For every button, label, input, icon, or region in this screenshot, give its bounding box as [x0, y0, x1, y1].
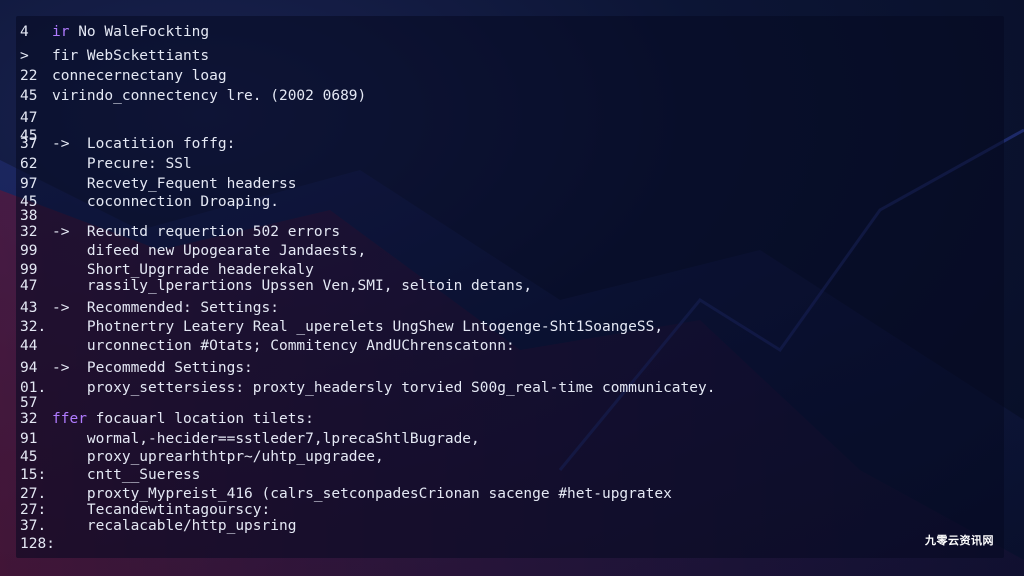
line-number: 99	[20, 243, 38, 259]
line-number: 44	[20, 338, 38, 354]
code-line: 128:	[20, 534, 55, 554]
line-text: rassily_lperartions Upssen Ven,SMI, selt…	[52, 278, 533, 294]
code-line: 22 connecernectany loag	[20, 66, 227, 86]
line-number: 128:	[20, 536, 55, 552]
code-line: 15: cntt__Sueress	[20, 465, 200, 485]
code-line: 99 difeed new Upogearate Jandaests,	[20, 241, 366, 261]
code-line: 44 urconnection #Otats; Commitency AndUC…	[20, 336, 515, 356]
line-number: >	[20, 48, 29, 64]
line-text: ffer focauarl location tilets:	[52, 411, 314, 427]
line-number: 22	[20, 68, 38, 84]
line-text: fir WebSckettiants	[52, 48, 210, 64]
code-line: 4 ir No WaleFockting	[20, 22, 209, 42]
code-line: 97 Recvety_Fequent headerss	[20, 174, 296, 194]
line-number: 45	[20, 449, 38, 465]
line-text: virindo_connectency lre. (2002 0689)	[52, 88, 367, 104]
line-number: 32.	[20, 319, 47, 335]
line-text: -> Recommended: Settings:	[52, 300, 279, 316]
line-text: ir No WaleFockting	[52, 24, 210, 40]
line-text: difeed new Upogearate Jandaests,	[52, 243, 367, 259]
line-text: -> Locatition foffg:	[52, 136, 236, 152]
line-number: 32	[20, 224, 38, 240]
line-number: 94	[20, 360, 38, 376]
line-text: -> Pecommedd Settings:	[52, 360, 253, 376]
code-line: 43 -> Recommended: Settings:	[20, 298, 279, 318]
line-number: 37.	[20, 518, 47, 534]
code-line: 45 virindo_connectency lre. (2002 0689)	[20, 86, 366, 106]
code-line: 62 Precure: SSl	[20, 154, 192, 174]
line-text: Recvety_Fequent headerss	[52, 176, 297, 192]
line-number: 47	[20, 110, 38, 126]
line-text: connecernectany loag	[52, 68, 227, 84]
line-text: recalacable/http_upsring	[52, 518, 297, 534]
line-text: proxy_settersiess: proxty_headersly torv…	[52, 380, 716, 396]
code-line: 45 coconnection Droaping.	[20, 192, 279, 212]
screen: 4 ir No WaleFockting > fir WebSckettiants 22…	[0, 0, 1024, 576]
line-text: cntt__Sueress	[52, 467, 201, 483]
line-text: wormal,-hecider==sstleder7,lprecaShtlBug…	[52, 431, 480, 447]
keyword: ir	[52, 24, 70, 40]
line-number: 43	[20, 300, 38, 316]
code-line: 37 -> Locatition foffg:	[20, 134, 235, 154]
code-line: 45 proxy_uprearhthtpr~/uhtp_upgradee,	[20, 447, 384, 467]
line-number: 32	[20, 411, 38, 427]
keyword: ffer	[52, 411, 87, 427]
line-text: proxy_uprearhthtpr~/uhtp_upgradee,	[52, 449, 384, 465]
line-number: 62	[20, 156, 38, 172]
code-line: 47 rassily_lperartions Upssen Ven,SMI, s…	[20, 276, 532, 296]
line-text: coconnection Droaping.	[52, 194, 279, 210]
code-line: 32 ffer focauarl location tilets:	[20, 409, 314, 429]
code-line: 47	[20, 108, 52, 128]
line-number: 47	[20, 278, 38, 294]
line-number: 91	[20, 431, 38, 447]
line-text: Photnertry Leatery Real _uperelets UngSh…	[52, 319, 664, 335]
code-line: 37. recalacable/http_upsring	[20, 516, 296, 536]
line-text: Precure: SSl	[52, 156, 192, 172]
line-number: 4	[20, 24, 29, 40]
code-line: 32 -> Recuntd requertion 502 errors	[20, 222, 340, 242]
line-number: 45	[20, 88, 38, 104]
code-line: 94 -> Pecommedd Settings:	[20, 358, 253, 378]
line-number: 15:	[20, 467, 47, 483]
code-line: 32. Photnertry Leatery Real _uperelets U…	[20, 317, 663, 337]
watermark: 九零云资讯网	[925, 534, 994, 547]
line-text: urconnection #Otats; Commitency AndUChre…	[52, 338, 515, 354]
line-number: 37	[20, 136, 38, 152]
code-line: > fir WebSckettiants	[20, 46, 209, 66]
code-line: 01. proxy_settersiess: proxty_headersly …	[20, 378, 715, 398]
line-number: 97	[20, 176, 38, 192]
line-text: -> Recuntd requertion 502 errors	[52, 224, 341, 240]
code-line: 91 wormal,-hecider==sstleder7,lprecaShtl…	[20, 429, 480, 449]
